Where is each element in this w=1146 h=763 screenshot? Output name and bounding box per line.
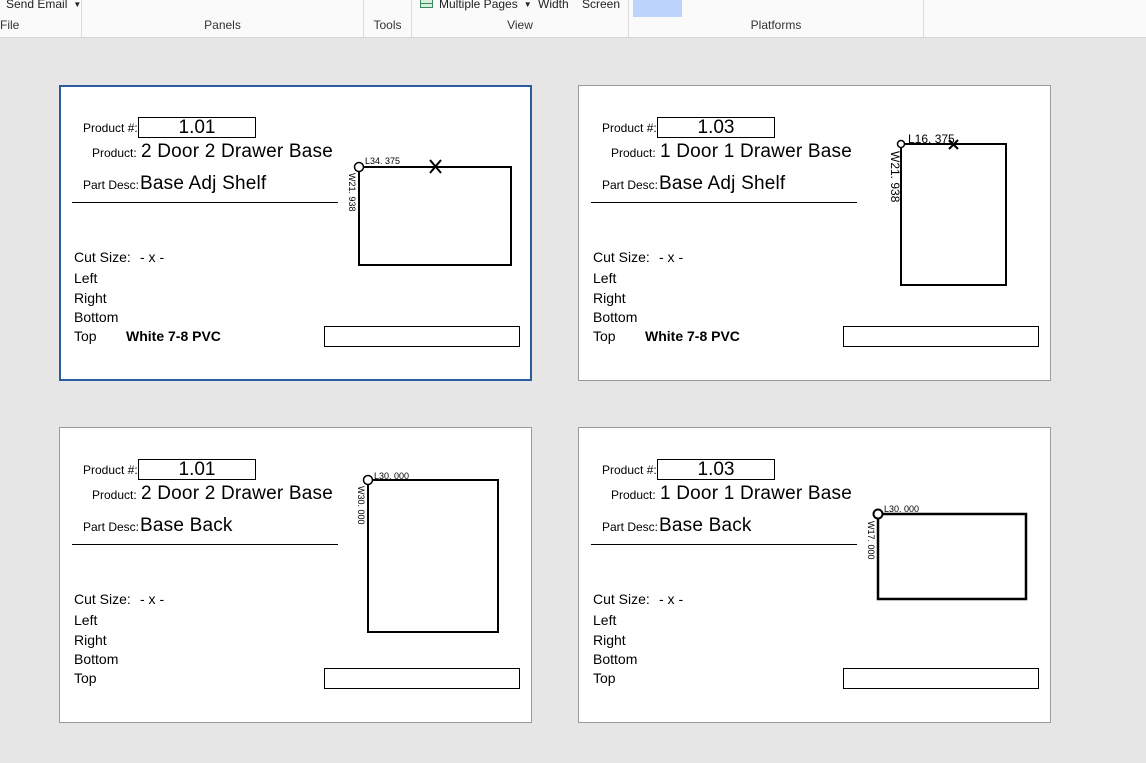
- part-diagram: L30. 000 W17. 000: [866, 504, 1028, 601]
- product-number-label: Product #:: [602, 463, 657, 477]
- label-card[interactable]: Product #: 1.01 Product: 2 Door 2 Drawer…: [59, 85, 532, 381]
- product-number-value: 1.03: [657, 459, 775, 480]
- cut-size-value: - x -: [140, 249, 165, 265]
- cut-size-label: Cut Size:: [593, 591, 650, 607]
- part-desc-label: Part Desc:: [83, 520, 140, 534]
- part-desc-value: Base Adj Shelf: [140, 173, 267, 194]
- part-desc-value: Base Back: [659, 515, 752, 536]
- file-group-label: File: [0, 18, 20, 32]
- panels-group: Panels: [82, 0, 364, 37]
- part-desc-label: Part Desc:: [602, 178, 659, 192]
- product-label: Product:: [92, 146, 137, 160]
- edge-right-label: Right: [593, 290, 626, 306]
- multiple-pages-button[interactable]: Multiple Pages ▼: [420, 0, 532, 11]
- width-dimension: W17. 000: [866, 521, 876, 560]
- edge-left-label: Left: [74, 270, 98, 286]
- notes-box: [843, 326, 1039, 347]
- multiple-pages-label: Multiple Pages: [439, 0, 518, 11]
- edge-bottom-label: Bottom: [593, 309, 638, 325]
- edge-top-label: Top: [593, 328, 616, 344]
- product-value: 1 Door 1 Drawer Base: [660, 141, 852, 162]
- edge-top-label: Top: [74, 670, 97, 686]
- product-label: Product:: [611, 488, 656, 502]
- multiple-pages-icon: [420, 0, 433, 8]
- full-screen-button[interactable]: Screen: [582, 0, 620, 11]
- edge-right-label: Right: [74, 290, 107, 306]
- platforms-group: Platforms: [629, 0, 924, 37]
- tools-group-label: Tools: [373, 18, 402, 32]
- label-card[interactable]: Product #: 1.01 Product: 2 Door 2 Drawer…: [59, 427, 532, 723]
- product-label: Product:: [92, 488, 137, 502]
- view-group: Multiple Pages ▼ Width Screen View: [412, 0, 629, 37]
- cut-size-label: Cut Size:: [74, 249, 131, 265]
- part-desc-label: Part Desc:: [83, 178, 140, 192]
- divider: [591, 202, 857, 203]
- part-desc-label: Part Desc:: [602, 520, 659, 534]
- label-card[interactable]: Product #: 1.03 Product: 1 Door 1 Drawer…: [578, 427, 1051, 723]
- product-value: 2 Door 2 Drawer Base: [141, 483, 333, 504]
- edge-right-label: Right: [74, 632, 107, 648]
- edge-left-label: Left: [593, 612, 617, 628]
- notes-box: [324, 326, 520, 347]
- product-label: Product:: [611, 146, 656, 160]
- part-desc-value: Base Back: [140, 515, 233, 536]
- cut-size-label: Cut Size:: [593, 249, 650, 265]
- edge-bottom-label: Bottom: [74, 309, 119, 325]
- product-number-value: 1.01: [138, 459, 256, 480]
- length-dimension: L30. 000: [884, 504, 919, 514]
- divider: [72, 544, 338, 545]
- chevron-down-icon: ▼: [73, 0, 82, 9]
- edge-bottom-label: Bottom: [593, 651, 638, 667]
- edge-left-label: Left: [74, 612, 98, 628]
- file-group: Send Email ▼ File: [0, 0, 82, 37]
- product-value: 2 Door 2 Drawer Base: [141, 141, 333, 162]
- notes-box: [324, 668, 520, 689]
- edge-top-value: White 7-8 PVC: [126, 328, 221, 344]
- label-card[interactable]: Product #: 1.03 Product: 1 Door 1 Drawer…: [578, 85, 1051, 381]
- platforms-group-label: Platforms: [750, 18, 802, 32]
- edge-top-value: White 7-8 PVC: [645, 328, 740, 344]
- width-dimension: W30. 000: [356, 486, 366, 525]
- part-diagram: L30. 000 W30. 000: [356, 471, 499, 633]
- chevron-down-icon: ▼: [523, 0, 532, 9]
- divider: [72, 202, 338, 203]
- notes-box: [843, 668, 1039, 689]
- product-number-value: 1.03: [657, 117, 775, 138]
- product-number-label: Product #:: [83, 463, 138, 477]
- send-email-label: Send Email: [6, 0, 68, 11]
- product-number-label: Product #:: [602, 121, 657, 135]
- cut-size-label: Cut Size:: [74, 591, 131, 607]
- product-number-value: 1.01: [138, 117, 256, 138]
- width-dimension: W21. 938: [347, 173, 357, 212]
- edge-bottom-label: Bottom: [74, 651, 119, 667]
- width-dimension: W21. 938: [888, 151, 902, 203]
- length-dimension: L30. 000: [374, 471, 409, 481]
- length-dimension: L16. 375: [908, 132, 955, 146]
- divider: [591, 544, 857, 545]
- page-width-button[interactable]: Width: [538, 0, 569, 11]
- view-group-label: View: [507, 18, 533, 32]
- edge-left-label: Left: [593, 270, 617, 286]
- cut-size-value: - x -: [140, 591, 165, 607]
- tools-group: Tools: [364, 0, 412, 37]
- product-value: 1 Door 1 Drawer Base: [660, 483, 852, 504]
- length-dimension: L34. 375: [365, 156, 400, 166]
- cut-size-value: - x -: [659, 591, 684, 607]
- product-number-label: Product #:: [83, 121, 138, 135]
- ribbon: Send Email ▼ File Panels Tools Multiple P…: [0, 0, 1146, 38]
- part-diagram: L34. 375 W21. 938: [347, 156, 512, 266]
- edge-top-label: Top: [74, 328, 97, 344]
- edge-top-label: Top: [593, 670, 616, 686]
- cut-size-value: - x -: [659, 249, 684, 265]
- part-desc-value: Base Adj Shelf: [659, 173, 786, 194]
- edge-right-label: Right: [593, 632, 626, 648]
- part-diagram: L16. 375 W21. 938: [888, 132, 1007, 286]
- panels-group-label: Panels: [204, 18, 241, 32]
- send-email-button[interactable]: Send Email ▼: [6, 0, 81, 11]
